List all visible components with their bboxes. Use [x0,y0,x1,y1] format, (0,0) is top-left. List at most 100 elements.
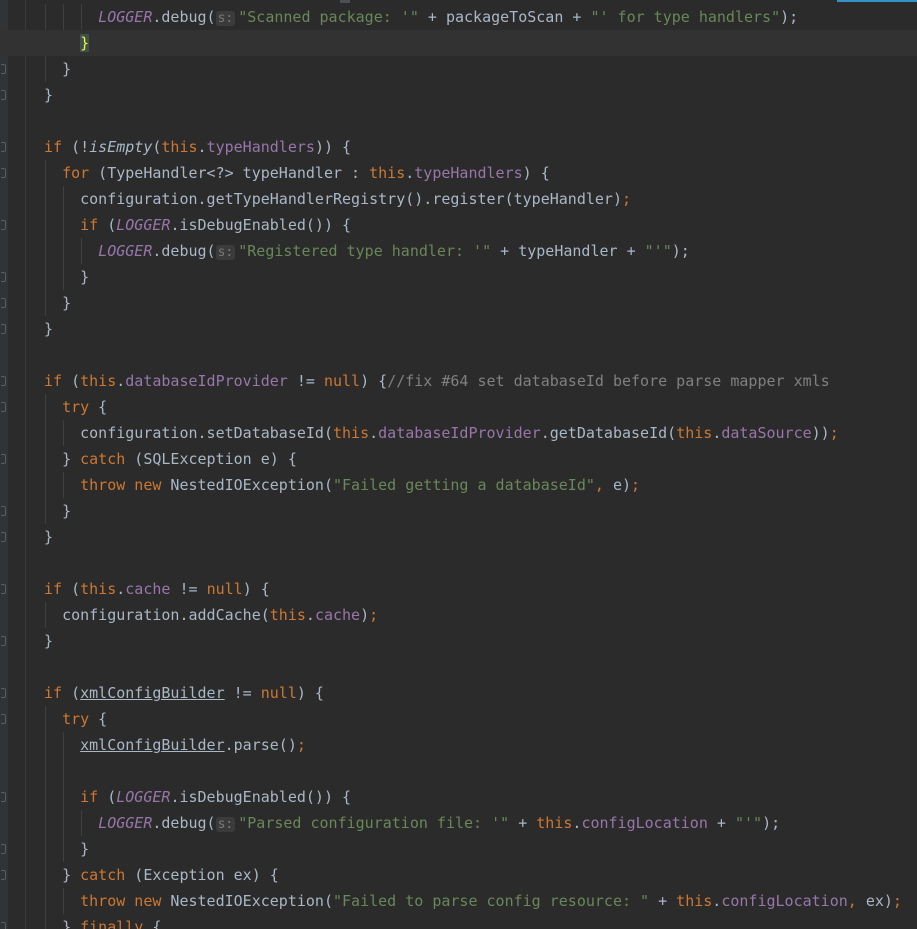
code-token: } [44,86,54,104]
code-token: ( [62,684,81,702]
code-line[interactable]: throw new NestedIOException("Failed gett… [0,472,917,498]
code-token: } [80,268,90,286]
code-token: try [62,710,90,728]
code-token: } [62,60,72,78]
indentation [44,450,62,468]
code-line[interactable]: } catch (SQLException e) { [0,446,917,472]
code-token: ; [621,190,632,208]
code-token: this [333,424,370,442]
code-line[interactable]: if (this.databaseIdProvider != null) {//… [0,368,917,394]
code-line[interactable]: LOGGER.debug(s: "Scanned package: '" + pa… [0,4,917,30]
scroll-marker [340,0,350,3]
code-line[interactable]: } catch (Exception ex) { [0,862,917,888]
code-token: . [197,138,207,156]
code-token: this [80,372,117,390]
code-token: ) { [522,164,550,182]
code-token: { [89,710,108,728]
code-token: } [62,450,81,468]
code-token: LOGGER [98,8,153,26]
code-line[interactable]: throw new NestedIOException("Failed to p… [0,888,917,914]
code-token: "Failed getting a databaseId" [333,476,595,494]
code-token: ) { [360,372,388,390]
code-line[interactable]: try { [0,706,917,732]
code-token: databaseIdProvider [125,372,288,390]
code-line[interactable]: if (LOGGER.isDebugEnabled()) { [0,784,917,810]
code-token: //fix #64 set databaseId before parse ma… [387,372,830,390]
code-line[interactable]: xmlConfigBuilder.parse(); [0,732,917,758]
code-token: { [89,398,108,416]
code-line[interactable]: } [0,316,917,342]
indentation [44,736,80,754]
code-line[interactable] [0,108,917,134]
code-token: LOGGER [116,216,171,234]
code-token: this [676,424,713,442]
indentation [44,502,62,520]
code-token: cache [314,606,361,624]
code-token: for [62,164,90,182]
code-token: , [847,892,866,910]
code-token: ; [892,892,902,910]
code-token: if [44,580,63,598]
code-line[interactable]: try { [0,394,917,420]
code-line[interactable]: if (LOGGER.isDebugEnabled()) { [0,212,917,238]
code-line[interactable] [0,654,917,680]
code-token: typeHandlers [414,164,523,182]
code-line[interactable]: } finally { [0,914,917,929]
indentation [44,164,62,182]
code-line[interactable] [0,758,917,784]
code-token: catch [80,450,126,468]
code-token: catch [80,866,126,884]
code-line[interactable]: } [0,264,917,290]
code-token: xmlConfigBuilder [80,736,225,754]
code-token: . [116,580,126,598]
code-token: .isDebugEnabled()) { [170,788,352,806]
code-token: if [80,216,99,234]
code-token: + [649,892,677,910]
code-token: .getDatabaseId( [540,424,677,442]
code-token: (! [62,138,90,156]
code-line[interactable]: for (TypeHandler<?> typeHandler : this.t… [0,160,917,186]
code-token: .debug( [152,814,216,832]
code-line[interactable]: if (!isEmpty(this.typeHandlers)) { [0,134,917,160]
indentation [44,840,80,858]
code-token: . [712,424,722,442]
code-line[interactable]: } [0,82,917,108]
code-line[interactable]: } [0,30,917,56]
code-token: LOGGER [98,814,153,832]
code-token: + [707,814,735,832]
code-token: configuration.addCache( [62,606,270,624]
indentation [44,892,80,910]
code-token: ); [762,814,781,832]
tab-indicator [837,0,917,2]
code-line[interactable]: } [0,628,917,654]
code-token: "Failed to parse config resource: " [333,892,650,910]
code-token: cache [125,580,171,598]
code-token: (Exception ex) { [125,866,279,884]
code-line[interactable]: LOGGER.debug(s: "Parsed configuration fil… [0,810,917,836]
code-line[interactable]: } [0,836,917,862]
code-editor[interactable]: LOGGER.debug(s: "Scanned package: '" + pa… [0,0,917,929]
code-token: } [62,918,81,929]
code-token: ; [631,476,641,494]
code-line[interactable]: if (xmlConfigBuilder != null) { [0,680,917,706]
code-token: . [405,164,415,182]
code-token: if [80,788,99,806]
code-line[interactable]: if (this.cache != null) { [0,576,917,602]
code-line[interactable]: LOGGER.debug(s: "Registered type handler:… [0,238,917,264]
indentation [44,268,80,286]
code-lines[interactable]: LOGGER.debug(s: "Scanned package: '" + pa… [0,4,917,929]
code-line[interactable]: } [0,56,917,82]
code-line[interactable] [0,342,917,368]
code-line[interactable]: configuration.addCache(this.cache); [0,602,917,628]
code-token: databaseIdProvider [378,424,541,442]
code-line[interactable]: configuration.getTypeHandlerRegistry().r… [0,186,917,212]
code-line[interactable] [0,550,917,576]
code-token: } [44,528,54,546]
code-line[interactable]: } [0,524,917,550]
code-token: } [62,866,81,884]
indentation [44,866,62,884]
code-line[interactable]: configuration.setDatabaseId(this.databas… [0,420,917,446]
code-line[interactable]: } [0,290,917,316]
code-token: this [80,580,117,598]
code-line[interactable]: } [0,498,917,524]
